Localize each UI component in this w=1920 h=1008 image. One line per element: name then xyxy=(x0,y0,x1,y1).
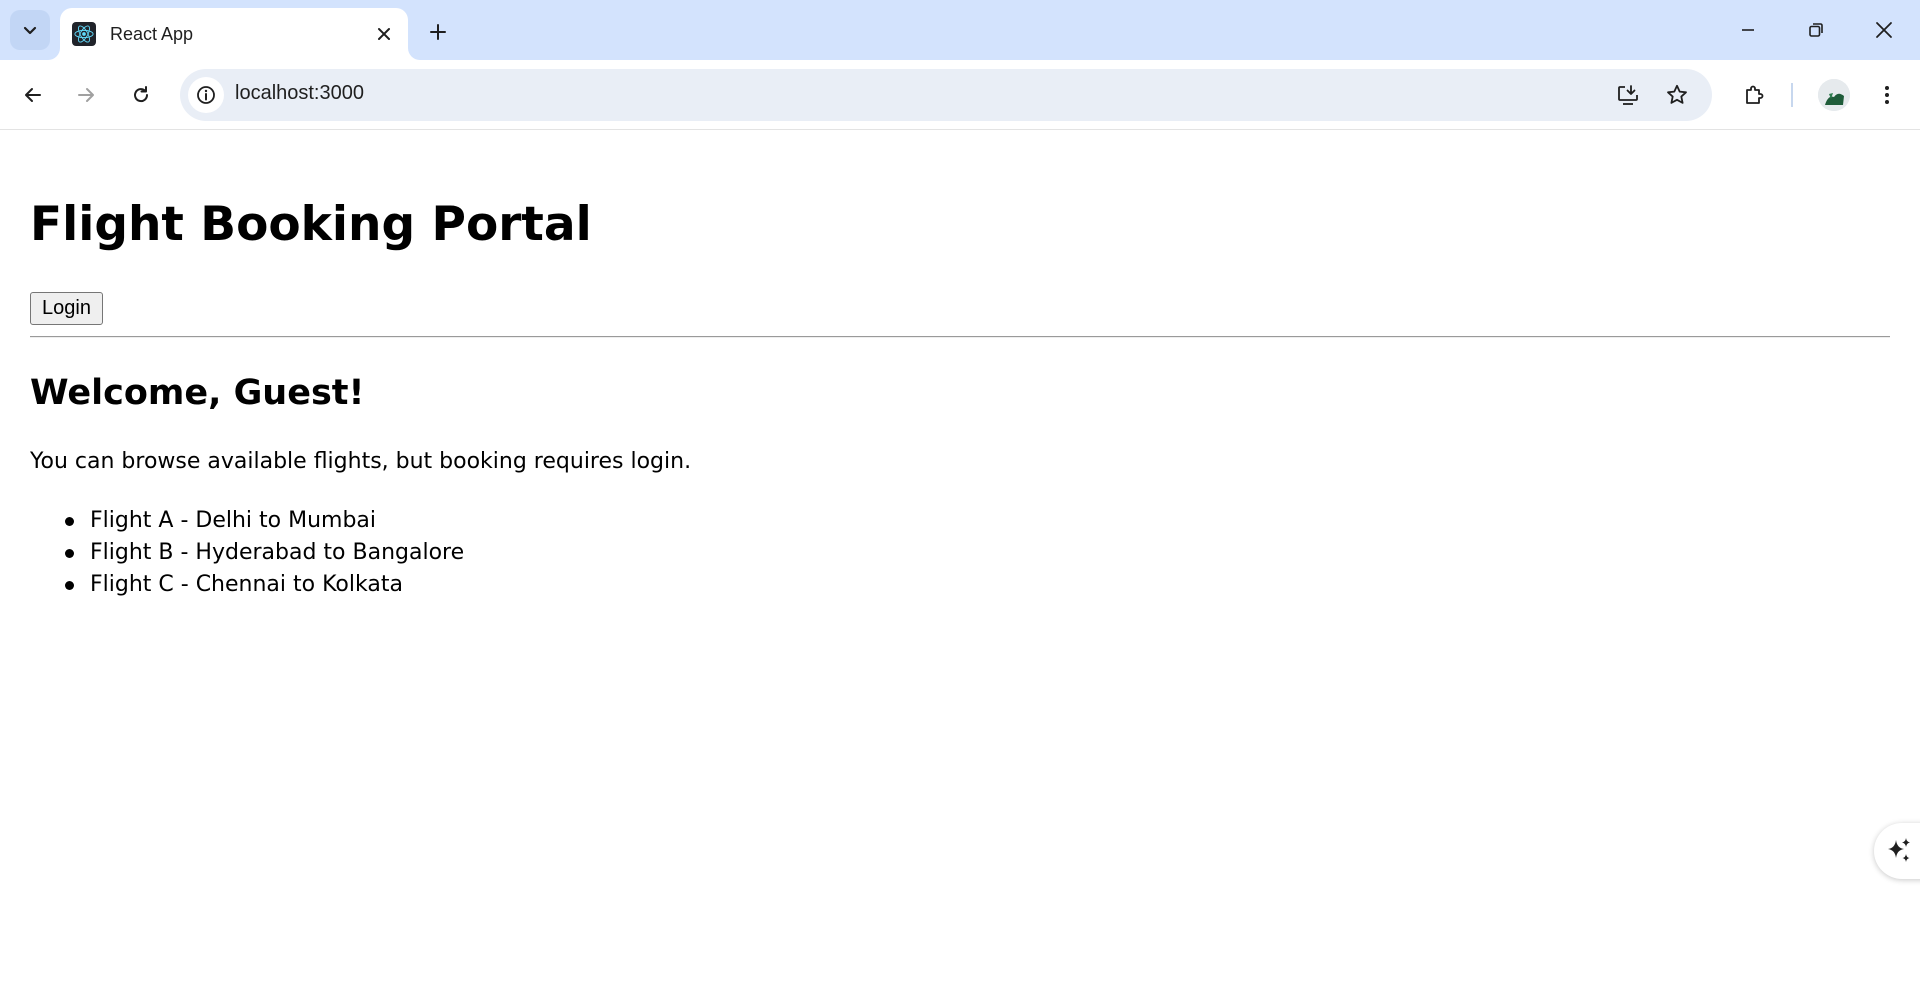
browser-menu-button[interactable] xyxy=(1866,74,1908,116)
window-close-button[interactable] xyxy=(1856,6,1912,54)
arrow-left-icon xyxy=(25,88,41,102)
flight-label: Flight A - Delhi to Mumbai xyxy=(90,508,377,533)
arrow-right-icon xyxy=(78,88,94,102)
flight-list-item: Flight C - Chennai to Kolkata xyxy=(65,569,464,601)
flight-label: Flight C - Chennai to Kolkata xyxy=(90,572,403,597)
forward-button[interactable] xyxy=(65,74,107,116)
flight-list: Flight A - Delhi to Mumbai Flight B - Hy… xyxy=(65,505,465,601)
tab-search-button[interactable] xyxy=(10,10,50,50)
page-title: Flight Booking Portal xyxy=(30,197,592,252)
intro-text: You can browse available flights, but bo… xyxy=(30,449,692,474)
sparkle-icon xyxy=(1888,838,1910,862)
toolbar-separator xyxy=(1791,83,1793,107)
page-viewport: Flight Booking Portal Login Welcome, Gue… xyxy=(0,131,1920,1008)
url-text[interactable]: localhost:3000 xyxy=(235,82,364,105)
extensions-button[interactable] xyxy=(1733,74,1775,116)
tab-title: React App xyxy=(110,23,194,44)
profile-avatar[interactable] xyxy=(1818,79,1850,111)
browser-toolbar: localhost:3000 xyxy=(0,60,1920,130)
react-logo-icon xyxy=(72,22,96,46)
welcome-heading: Welcome, Guest! xyxy=(30,373,365,413)
new-tab-button[interactable] xyxy=(418,12,458,52)
plus-icon xyxy=(430,24,446,40)
bullet-icon xyxy=(65,549,74,558)
minimize-icon xyxy=(1742,29,1754,31)
restore-icon xyxy=(1809,23,1823,37)
profile-picture-icon xyxy=(1818,79,1850,111)
bookmark-button[interactable] xyxy=(1659,77,1695,113)
flight-list-item: Flight A - Delhi to Mumbai xyxy=(65,505,464,537)
browser-tab-active[interactable]: React App xyxy=(60,8,408,60)
site-info-button[interactable] xyxy=(188,77,224,113)
chevron-down-icon xyxy=(23,26,37,35)
flight-list-item: Flight B - Hyderabad to Bangalore xyxy=(65,537,465,569)
kebab-icon xyxy=(1885,86,1889,104)
flight-label: Flight B - Hyderabad to Bangalore xyxy=(90,540,465,565)
tab-strip: React App xyxy=(0,0,1920,60)
star-icon xyxy=(1667,84,1687,104)
tab-close-button[interactable] xyxy=(370,20,398,48)
login-button[interactable]: Login xyxy=(30,292,103,325)
reload-icon xyxy=(134,86,149,103)
back-button[interactable] xyxy=(12,74,54,116)
address-bar[interactable]: localhost:3000 xyxy=(180,69,1712,121)
install-app-button[interactable] xyxy=(1610,77,1646,113)
reload-button[interactable] xyxy=(120,74,162,116)
info-icon xyxy=(197,86,215,104)
horizontal-divider xyxy=(30,336,1890,338)
bullet-icon xyxy=(65,581,74,590)
minimize-button[interactable] xyxy=(1720,6,1776,54)
close-icon xyxy=(378,28,390,40)
bullet-icon xyxy=(65,517,74,526)
puzzle-icon xyxy=(1746,85,1764,104)
restore-button[interactable] xyxy=(1788,6,1844,54)
install-icon xyxy=(1618,85,1638,105)
close-icon xyxy=(1876,22,1892,38)
